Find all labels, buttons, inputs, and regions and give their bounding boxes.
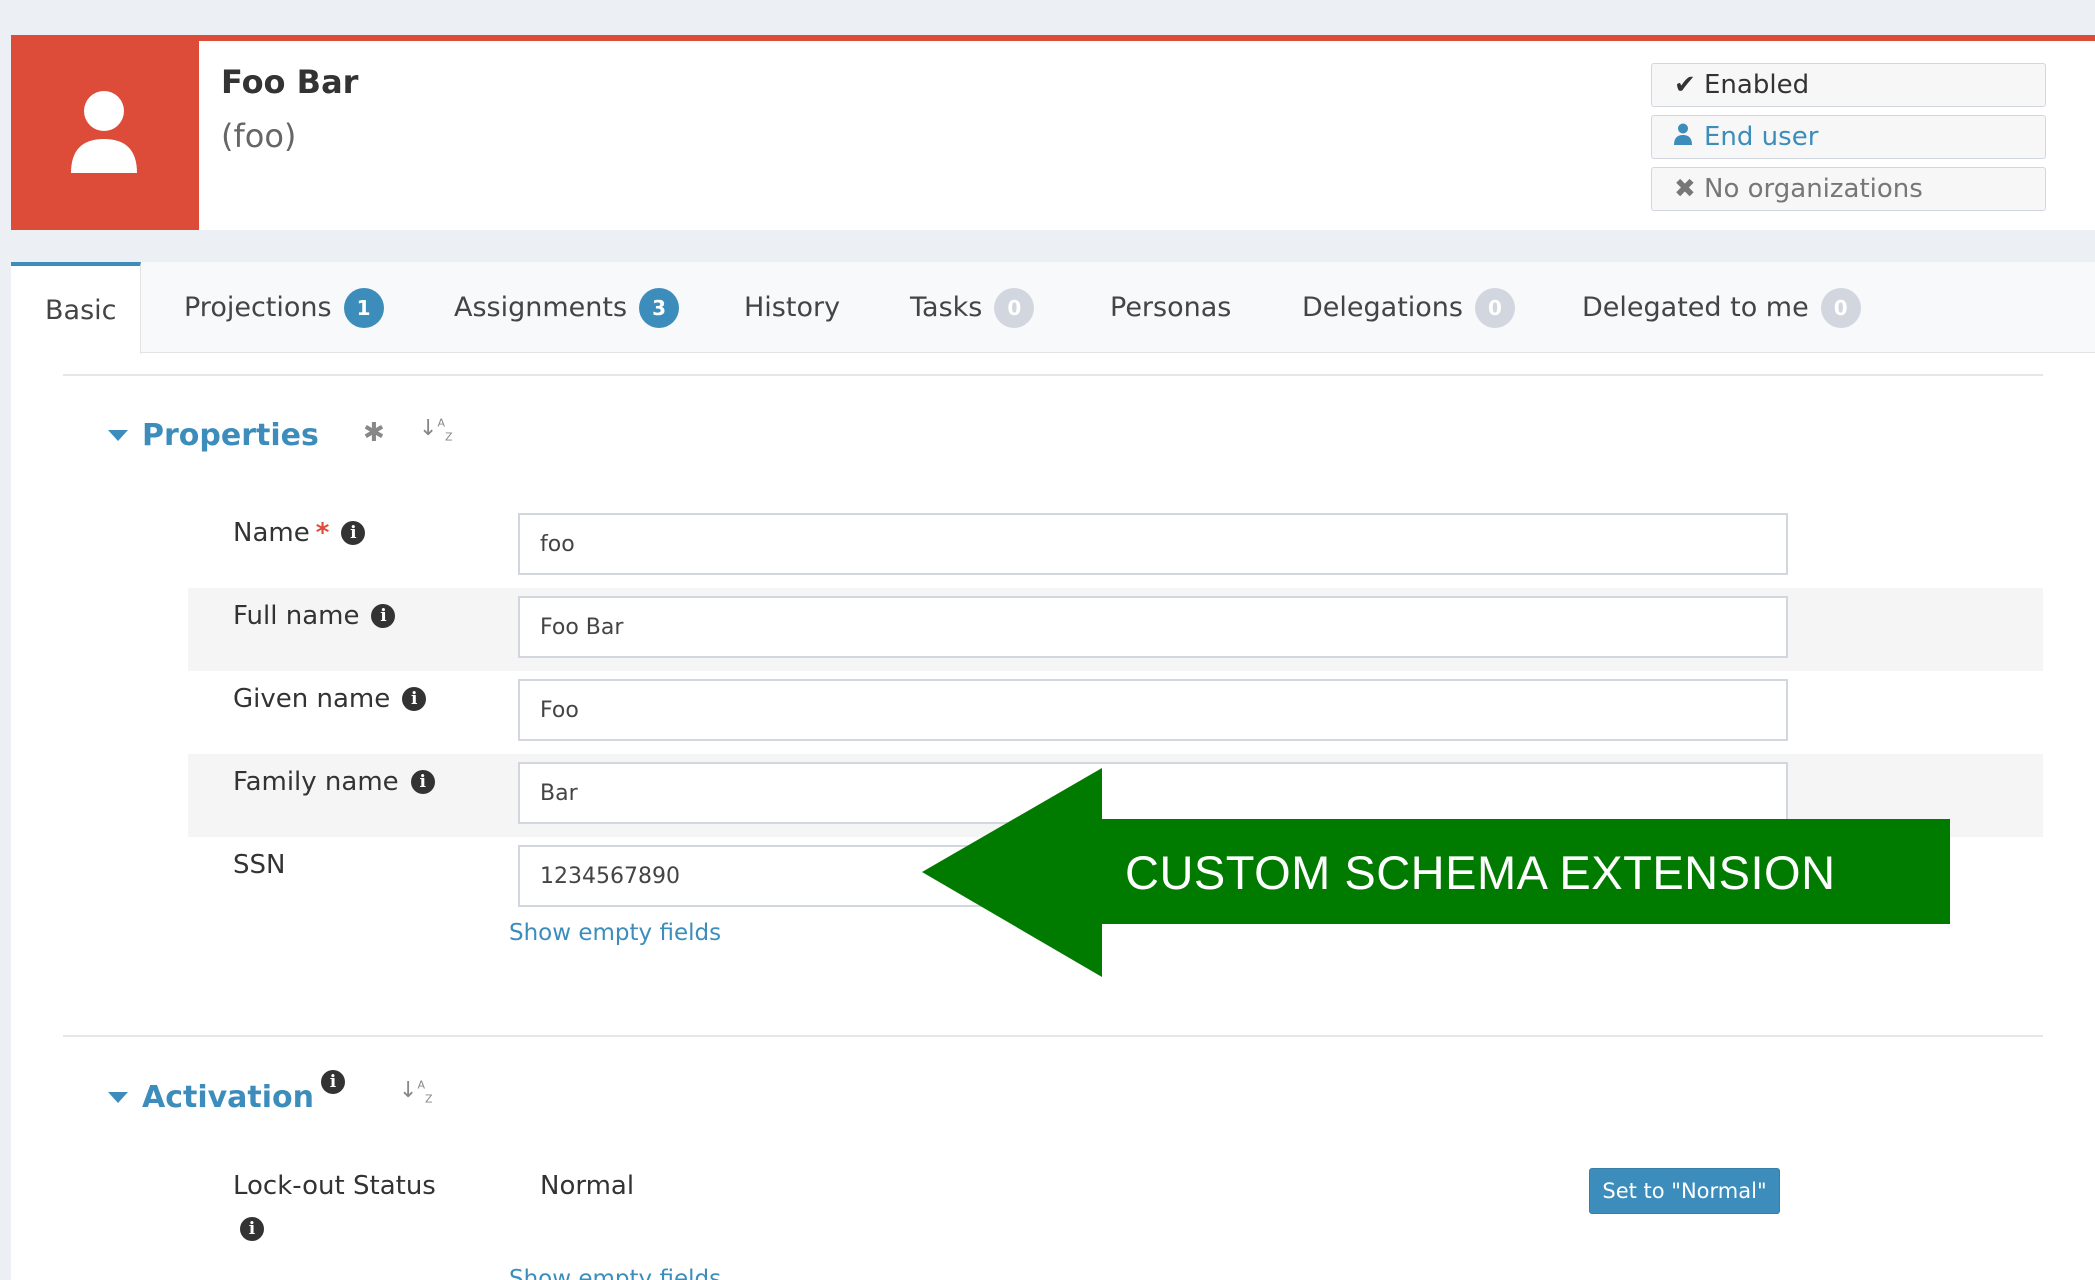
count-badge: 1 (343, 287, 384, 328)
field-label: Full name i (233, 601, 396, 631)
full-name-input[interactable] (518, 596, 1788, 658)
property-row-family-name: Family name i (188, 754, 2043, 837)
tab-label: Delegated to me (1582, 292, 1809, 323)
user-icon (71, 91, 137, 173)
enabled-label: Enabled (1704, 70, 1810, 100)
activation-header[interactable]: Activation (108, 1080, 314, 1115)
tab-projections[interactable]: Projections 1 (184, 262, 384, 353)
tab-label: Personas (1110, 292, 1232, 323)
tab-assignments[interactable]: Assignments 3 (454, 262, 680, 353)
tab-delegated-to-me[interactable]: Delegated to me 0 (1582, 262, 1861, 353)
asterisk-icon[interactable]: ✱ (363, 418, 385, 448)
user-header: Foo Bar (foo) ✔ Enabled End user ✖ No or… (11, 35, 2095, 230)
properties-header[interactable]: Properties (108, 418, 319, 453)
caret-down-icon (108, 1092, 128, 1103)
organizations-tag: ✖ No organizations (1651, 167, 2046, 211)
tab-label: Basic (45, 294, 117, 326)
set-to-normal-button[interactable]: Set to "Normal" (1589, 1168, 1780, 1214)
close-icon: ✖ (1674, 174, 1696, 204)
sort-alpha-icon[interactable]: ↓AZ (399, 1078, 433, 1105)
user-full-name: Foo Bar (221, 63, 359, 101)
check-icon: ✔ (1674, 70, 1696, 100)
field-label: Given name i (233, 684, 427, 714)
ssn-input[interactable] (518, 845, 1788, 907)
info-icon[interactable]: i (402, 687, 427, 711)
sort-alpha-icon[interactable]: ↓AZ (419, 416, 453, 443)
main-panel: Basic Projections 1 Assignments 3 Histor… (11, 262, 2095, 1280)
divider (63, 1035, 2043, 1037)
caret-down-icon (108, 430, 128, 441)
activation-title: Activation (142, 1080, 315, 1115)
organizations-label: No organizations (1704, 174, 1923, 204)
show-empty-fields-link[interactable]: Show empty fields (509, 920, 721, 946)
tab-personas[interactable]: Personas (1110, 262, 1231, 353)
show-empty-fields-link[interactable]: Show empty fields (509, 1266, 721, 1280)
property-row-full-name: Full name i (188, 588, 2043, 671)
info-icon[interactable]: i (371, 604, 396, 628)
user-icon (1674, 122, 1704, 152)
end-user-tag[interactable]: End user (1651, 115, 2046, 159)
tab-bar: Basic Projections 1 Assignments 3 Histor… (11, 262, 2095, 354)
info-icon[interactable]: i (341, 521, 366, 545)
info-icon[interactable]: i (240, 1217, 264, 1241)
tab-label: Projections (184, 292, 332, 323)
required-marker: * (315, 518, 330, 548)
lockout-status-label: Lock-out Status (233, 1171, 436, 1201)
lockout-status-value: Normal (540, 1171, 635, 1201)
property-row-ssn: SSN (188, 837, 2043, 920)
tab-tasks[interactable]: Tasks 0 (910, 262, 1035, 353)
field-label: Name * i (233, 518, 366, 548)
family-name-input[interactable] (518, 762, 1788, 824)
user-login: (foo) (221, 117, 297, 155)
property-row-name: Name * i (188, 505, 2043, 588)
info-icon[interactable]: i (410, 770, 435, 794)
count-badge: 0 (1820, 287, 1861, 328)
enabled-tag: ✔ Enabled (1651, 63, 2046, 107)
tab-label: Assignments (454, 292, 628, 323)
name-input[interactable] (518, 513, 1788, 575)
field-label: SSN (233, 850, 286, 880)
info-icon[interactable]: i (321, 1070, 345, 1094)
tab-basic[interactable]: Basic (11, 262, 141, 354)
avatar (11, 41, 199, 230)
field-label: Family name i (233, 767, 435, 797)
count-badge: 3 (639, 287, 680, 328)
tab-label: History (744, 292, 841, 323)
properties-title: Properties (142, 418, 319, 453)
tab-label: Delegations (1302, 292, 1463, 323)
count-badge: 0 (1475, 287, 1515, 328)
tab-delegations[interactable]: Delegations 0 (1302, 262, 1515, 353)
end-user-label: End user (1704, 122, 1819, 152)
count-badge: 0 (994, 287, 1035, 328)
divider (63, 374, 2043, 376)
tab-label: Tasks (910, 292, 983, 323)
given-name-input[interactable] (518, 679, 1788, 741)
property-row-given-name: Given name i (188, 671, 2043, 754)
tab-history[interactable]: History (744, 262, 840, 353)
